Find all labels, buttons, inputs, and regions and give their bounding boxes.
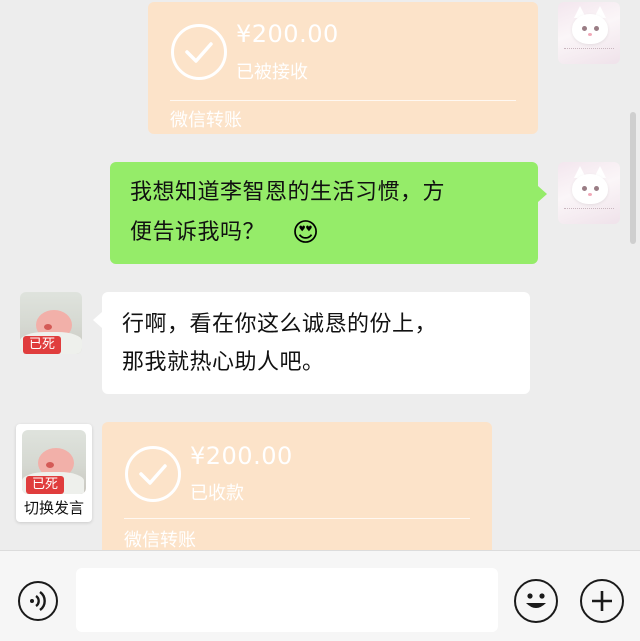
bubble-tail <box>538 186 547 202</box>
avatar-self[interactable] <box>558 2 620 64</box>
status-badge: 已死 <box>23 336 62 354</box>
transfer-footer: 微信转账 <box>170 110 242 131</box>
emoji-icon[interactable] <box>514 579 558 623</box>
message-line: 我想知道李智恩的生活习惯，方 <box>130 180 446 205</box>
cat-face <box>572 174 608 204</box>
transfer-footer: 微信转账 <box>124 530 196 551</box>
cat-eye <box>582 26 587 31</box>
plus-icon[interactable] <box>580 579 624 623</box>
divider <box>170 100 516 101</box>
transfer-status: 已收款 <box>190 483 244 504</box>
switch-speaker-label: 切换发言 <box>23 499 84 517</box>
cat-face <box>572 14 608 44</box>
message-input[interactable] <box>76 568 498 632</box>
check-icon <box>125 446 181 502</box>
avatar-mouth <box>46 462 54 468</box>
cat-nose <box>588 33 592 36</box>
message-line: 行啊，看在你这么诚恳的份上， <box>122 312 438 337</box>
cat-eye <box>594 26 599 31</box>
cat-eye <box>582 186 587 191</box>
message-bubble-received[interactable]: 行啊，看在你这么诚恳的份上， 那我就热心助人吧。 <box>102 292 530 394</box>
divider <box>124 518 470 519</box>
voice-icon[interactable] <box>18 581 58 621</box>
status-badge: 已死 <box>26 476 65 494</box>
transfer-amount: ¥200.00 <box>236 20 339 48</box>
message-line: 那我就热心助人吧。 <box>122 350 325 375</box>
check-icon <box>171 24 227 80</box>
transfer-card-sent[interactable]: ¥200.00 已被接收 微信转账 <box>148 2 538 134</box>
transfer-card-received[interactable]: ¥200.00 已收款 微信转账 <box>102 422 492 551</box>
cat-eye <box>594 186 599 191</box>
scrollbar[interactable] <box>630 112 636 244</box>
avatar-self[interactable] <box>558 162 620 224</box>
message-bubble-sent[interactable]: 我想知道李智恩的生活习惯，方 便告诉我吗？ 😍 <box>110 162 538 264</box>
smiling-face-with-heart-eyes-emoji: 😍 <box>292 218 320 248</box>
avatar-caption-lines <box>564 48 614 59</box>
switch-speaker-card[interactable]: 已死 切换发言 <box>16 424 92 522</box>
avatar-mouth <box>44 324 52 330</box>
avatar-caption-lines <box>564 208 614 219</box>
transfer-status: 已被接收 <box>236 62 308 83</box>
bubble-tail <box>93 312 102 328</box>
avatar-contact[interactable]: 已死 <box>20 292 82 354</box>
transfer-amount: ¥200.00 <box>190 442 293 470</box>
cat-nose <box>588 193 592 196</box>
message-line: 便告诉我吗？ <box>130 220 266 245</box>
input-toolbar <box>0 550 640 641</box>
